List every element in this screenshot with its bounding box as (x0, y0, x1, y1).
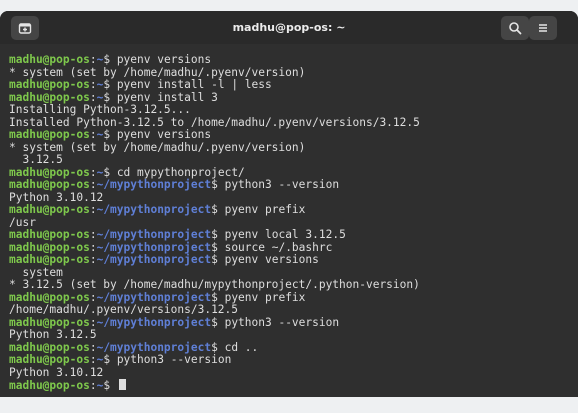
command-text: python3 --version (217, 178, 340, 191)
output-text: Installing Python-3.12.5... (9, 103, 191, 116)
prompt-separator: : (89, 228, 97, 241)
hamburger-menu-icon (537, 22, 549, 34)
prompt-line: madhu@pop-os:~$ (9, 379, 420, 392)
terminal-lines: madhu@pop-os:~$ pyenv versions * system (… (9, 53, 420, 392)
output-text: Python 3.10.12 (9, 190, 104, 204)
prompt-user-host: madhu@pop-os (9, 379, 90, 392)
output-text: * 3.12.5 (set by /home/madhu/mypythonpro… (9, 278, 420, 291)
command-text: pyenv install -l | less (110, 78, 272, 91)
prompt-path: ~/mypythonproject (96, 290, 212, 304)
command-text: pyenv local 3.12.5 (217, 228, 346, 241)
prompt-separator: : (89, 178, 97, 191)
search-button[interactable] (501, 16, 529, 40)
command-text: pyenv versions (110, 128, 212, 141)
prompt-separator: : (89, 165, 97, 179)
command-text: python3 --version (110, 353, 232, 366)
prompt-dollar: $ (211, 203, 218, 216)
prompt-dollar: $ (211, 253, 218, 266)
prompt-path: ~/mypythonproject (96, 315, 212, 329)
prompt-dollar: $ (211, 178, 218, 191)
prompt-user-host: madhu@pop-os (9, 290, 90, 304)
prompt-path: ~/mypythonproject (96, 240, 212, 254)
output-text: system (9, 265, 63, 279)
output-line: Python 3.10.12 (9, 365, 420, 380)
command-text (110, 379, 117, 392)
prompt-user-host: madhu@pop-os (9, 53, 90, 66)
terminal-window: madhu@pop-os: ~ madhu@pop-os:~$ pyenv ve… (0, 11, 578, 397)
prompt-user-host: madhu@pop-os (9, 315, 90, 329)
prompt-user-host: madhu@pop-os (9, 253, 90, 266)
prompt-separator: : (89, 203, 97, 216)
prompt-dollar: $ (211, 240, 218, 254)
output-text: Python 3.10.12 (9, 365, 104, 379)
prompt-user-host: madhu@pop-os (9, 340, 90, 354)
output-text: Installed Python-3.12.5 to /home/madhu/.… (9, 115, 420, 129)
menu-button[interactable] (529, 16, 557, 40)
prompt-dollar: $ (211, 315, 218, 329)
output-text: * system (set by /home/madhu/.pyenv/vers… (9, 65, 306, 79)
output-text: 3.12.5 (9, 153, 63, 166)
prompt-dollar: $ (211, 290, 218, 304)
output-line: * system (set by /home/madhu/.pyenv/vers… (9, 140, 420, 155)
prompt-separator: : (89, 53, 97, 66)
command-text: pyenv install 3 (110, 90, 218, 104)
command-text: source ~/.bashrc (217, 240, 333, 254)
prompt-user-host: madhu@pop-os (9, 78, 90, 91)
prompt-line: madhu@pop-os:~/mypythonproject$ pyenv pr… (9, 203, 420, 217)
prompt-separator: : (89, 253, 97, 266)
prompt-separator: : (89, 340, 97, 354)
prompt-user-host: madhu@pop-os (9, 165, 90, 179)
output-text: /usr (9, 215, 36, 229)
prompt-user-host: madhu@pop-os (9, 353, 90, 366)
prompt-separator: : (89, 290, 97, 304)
command-text: pyenv versions (110, 53, 212, 66)
search-icon (508, 21, 522, 35)
output-text: * system (set by /home/madhu/.pyenv/vers… (9, 140, 306, 154)
terminal-output[interactable]: madhu@pop-os:~$ pyenv versions * system (… (0, 44, 578, 397)
prompt-separator: : (89, 315, 97, 329)
prompt-user-host: madhu@pop-os (9, 128, 90, 141)
prompt-separator: : (89, 353, 97, 366)
command-text: cd .. (217, 340, 259, 354)
prompt-user-host: madhu@pop-os (9, 203, 90, 216)
command-text: pyenv versions (217, 253, 319, 266)
command-text: python3 --version (217, 315, 340, 329)
title-bar: madhu@pop-os: ~ (0, 11, 578, 45)
command-text: pyenv prefix (217, 290, 306, 304)
prompt-user-host: madhu@pop-os (9, 240, 90, 254)
prompt-path: ~/mypythonproject (96, 253, 212, 266)
prompt-user-host: madhu@pop-os (9, 178, 90, 191)
prompt-path: ~/mypythonproject (96, 203, 212, 216)
output-text: Python 3.12.5 (9, 328, 97, 341)
prompt-separator: : (89, 90, 97, 104)
text-cursor (118, 379, 126, 390)
prompt-separator: : (89, 78, 97, 91)
command-text: cd mypythonproject/ (110, 165, 245, 179)
prompt-separator: : (89, 240, 97, 254)
prompt-path: ~/mypythonproject (96, 340, 212, 354)
prompt-dollar: $ (211, 228, 218, 241)
prompt-separator: : (89, 379, 97, 392)
prompt-path: ~/mypythonproject (96, 228, 212, 241)
window-title: madhu@pop-os: ~ (232, 21, 346, 34)
prompt-path: ~/mypythonproject (96, 178, 212, 191)
prompt-line: madhu@pop-os:~/mypythonproject$ pyenv ve… (9, 253, 420, 267)
prompt-user-host: madhu@pop-os (9, 228, 90, 241)
command-text: pyenv prefix (217, 203, 306, 216)
prompt-dollar: $ (211, 340, 218, 354)
prompt-separator: : (89, 128, 97, 141)
prompt-user-host: madhu@pop-os (9, 90, 90, 104)
output-text: /home/madhu/.pyenv/versions/3.12.5 (9, 303, 239, 316)
